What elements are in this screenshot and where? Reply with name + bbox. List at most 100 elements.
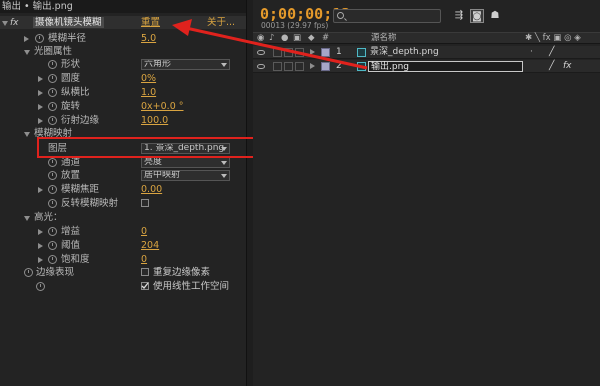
quality-switch-icon[interactable]: ╱ (549, 46, 554, 59)
layer-color-label[interactable] (321, 48, 330, 57)
collapse-switch-icon[interactable]: · (530, 46, 533, 59)
solo-icon[interactable]: ● (281, 33, 288, 44)
expand-triangle-icon[interactable] (24, 216, 30, 221)
param-value[interactable]: 0% (141, 72, 156, 85)
stopwatch-icon[interactable] (48, 185, 57, 194)
frame-fps-info: 00013 (29.97 fps) (261, 21, 329, 30)
stopwatch-icon[interactable] (48, 158, 57, 167)
repeat-edge-pixels-checkbox[interactable] (141, 268, 149, 276)
effect-switch-icon[interactable]: fx (563, 60, 572, 73)
eye-icon[interactable] (257, 64, 265, 69)
expand-triangle-icon[interactable] (38, 118, 43, 124)
group-label: 光圈属性 (34, 46, 73, 57)
param-value[interactable]: 100.0 (141, 114, 168, 127)
stopwatch-icon[interactable] (48, 241, 57, 250)
param-diffraction-fringe: 衍射边缘 100.0 (0, 114, 246, 127)
channel-dropdown[interactable]: 亮度 (141, 157, 230, 168)
expand-triangle-icon[interactable] (38, 76, 43, 82)
expand-triangle-icon[interactable] (310, 63, 315, 69)
layer-number: 1 (336, 47, 342, 57)
stopwatch-icon[interactable] (24, 268, 33, 277)
expand-triangle-icon[interactable] (310, 49, 315, 55)
chevron-down-icon (221, 174, 227, 178)
stopwatch-icon[interactable] (48, 60, 57, 69)
shape-dropdown[interactable]: 六角形 (141, 59, 230, 70)
footage-icon (357, 62, 366, 71)
layer-number-header: # (322, 33, 330, 43)
shy-layers-icon[interactable]: ☗ (488, 9, 502, 23)
expand-triangle-icon[interactable] (38, 187, 43, 193)
param-value[interactable]: 1.0 (141, 86, 156, 99)
draft-3d-icon[interactable]: ◙ (470, 9, 484, 23)
param-label: 衍射边缘 (61, 115, 100, 126)
param-value[interactable]: 0 (141, 253, 147, 266)
expand-triangle-icon[interactable] (38, 257, 43, 263)
linear-working-space-checkbox[interactable] (141, 282, 149, 290)
layer-number: 2 (336, 61, 342, 71)
stopwatch-icon[interactable] (36, 282, 45, 291)
quality-switch-icon[interactable]: ╱ (549, 60, 554, 73)
param-value[interactable]: 0.00 (141, 183, 162, 196)
group-iris-properties[interactable]: 光圈属性 (0, 45, 246, 58)
audio-toggle[interactable] (273, 62, 282, 71)
param-label: 增益 (61, 226, 81, 237)
group-highlight[interactable]: 高光： (0, 211, 246, 224)
invert-checkbox[interactable] (141, 199, 149, 207)
param-value[interactable]: 0 (141, 225, 147, 238)
expand-triangle-icon[interactable] (38, 243, 43, 249)
solo-toggle[interactable] (284, 48, 293, 57)
param-rotation: 旋转 0x+0.0 ° (0, 100, 246, 113)
param-gain: 增益 0 (0, 225, 246, 238)
av-features-eye-icon[interactable]: ◉ (257, 33, 264, 44)
about-link[interactable]: 关于... (207, 16, 235, 29)
audio-icon[interactable]: ♪ (269, 33, 274, 44)
reset-link[interactable]: 重置 (141, 16, 160, 29)
param-value[interactable]: 204 (141, 239, 159, 252)
param-value[interactable]: 0x+0.0 ° (141, 100, 184, 113)
eye-icon[interactable] (257, 50, 265, 55)
param-label: 反转模糊映射 (61, 198, 119, 209)
stopwatch-icon[interactable] (35, 34, 44, 43)
expand-triangle-icon[interactable] (38, 90, 43, 96)
timeline-layer-row[interactable]: 2 输出.png ╱ fx (253, 60, 600, 73)
lock-icon[interactable]: ▣ (293, 33, 301, 44)
param-value[interactable]: 5.0 (141, 32, 156, 45)
stopwatch-icon[interactable] (48, 88, 57, 97)
param-invert-blur-map: 反转模糊映射 (0, 197, 246, 210)
placement-dropdown[interactable]: 居中映射 (141, 170, 230, 181)
source-name-header[interactable]: 源名称 (371, 33, 397, 44)
footage-icon (357, 48, 366, 57)
checkbox-label: 重复边缘像素 (153, 267, 211, 278)
effect-controls-panel: 输出 • 输出.png fx 摄像机镜头模糊 重置 关于... 模糊半径 5.0… (0, 0, 257, 386)
lock-toggle[interactable] (295, 48, 304, 57)
comp-mini-flowchart-icon[interactable]: ⇶ (452, 9, 466, 23)
lock-toggle[interactable] (295, 62, 304, 71)
stopwatch-icon[interactable] (48, 116, 57, 125)
expand-triangle-icon[interactable] (38, 104, 43, 110)
stopwatch-icon[interactable] (48, 199, 57, 208)
stopwatch-icon[interactable] (48, 74, 57, 83)
stopwatch-icon[interactable] (48, 227, 57, 236)
fx-icon[interactable]: fx (10, 17, 19, 30)
expand-triangle-icon[interactable] (24, 36, 29, 42)
timeline-search-input[interactable] (333, 9, 441, 23)
audio-toggle[interactable] (273, 48, 282, 57)
label-icon[interactable]: ◆ (308, 33, 315, 44)
expand-triangle-icon[interactable] (2, 21, 8, 26)
layer-name-edit-field[interactable]: 输出.png (368, 61, 523, 72)
timeline-column-header: ◉ ♪ ● ▣ ◆ # 源名称 ✱ ╲ fx ▣ ◎ ◈ (253, 32, 600, 44)
stopwatch-icon[interactable] (48, 102, 57, 111)
param-placement: 放置 居中映射 (0, 169, 246, 182)
effect-title-row[interactable]: fx 摄像机镜头模糊 重置 关于... (0, 16, 246, 29)
expand-triangle-icon[interactable] (24, 132, 30, 137)
stopwatch-icon[interactable] (48, 171, 57, 180)
expand-triangle-icon[interactable] (38, 229, 43, 235)
layer-color-label[interactable] (321, 62, 330, 71)
timeline-layer-row[interactable]: 1 景深_depth.png · ╱ (253, 46, 600, 59)
layer-name[interactable]: 景深_depth.png (370, 46, 439, 59)
effect-name[interactable]: 摄像机镜头模糊 (33, 17, 104, 28)
stopwatch-icon[interactable] (48, 255, 57, 264)
expand-triangle-icon[interactable] (24, 50, 30, 55)
solo-toggle[interactable] (284, 62, 293, 71)
highlight-annotation-box (37, 137, 257, 158)
